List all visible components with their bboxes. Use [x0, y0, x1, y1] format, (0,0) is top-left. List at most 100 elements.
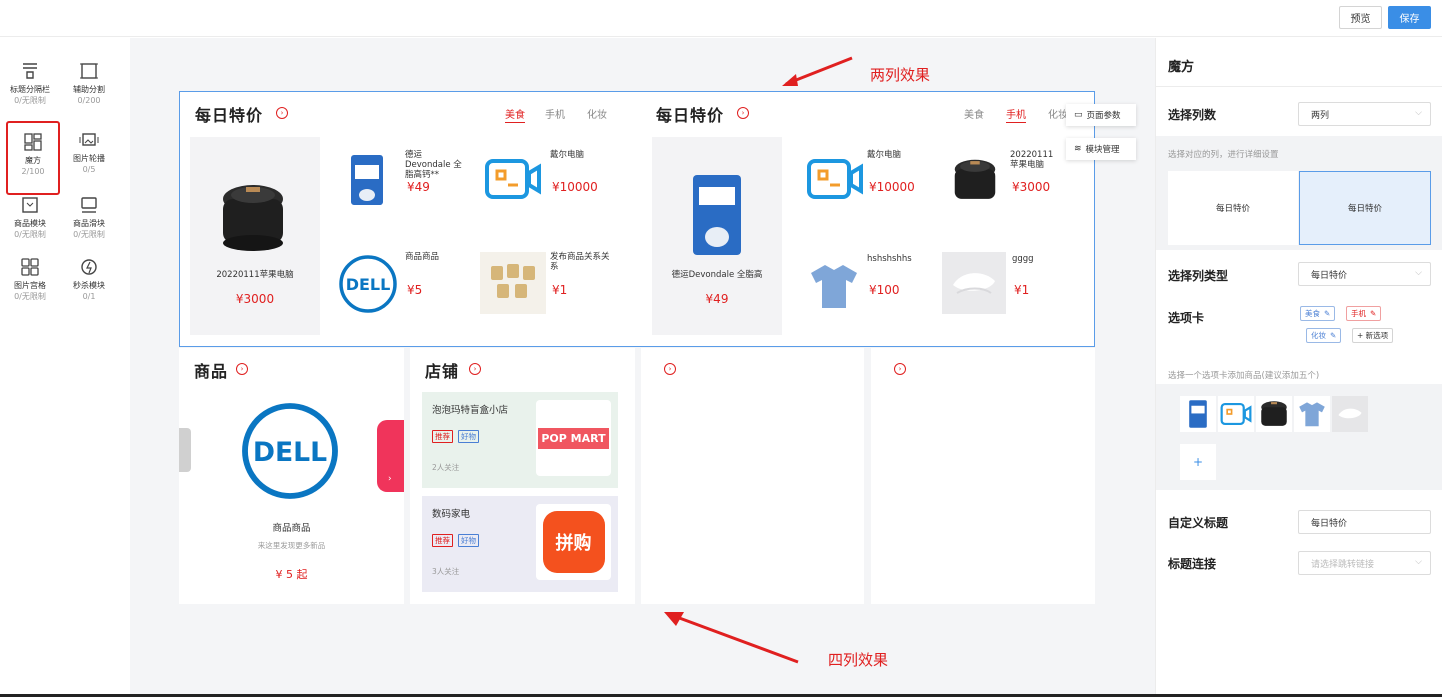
section-title: 店铺: [425, 362, 460, 381]
arrow-right-icon[interactable]: ›: [276, 107, 288, 119]
stores-block[interactable]: 店铺 › 泡泡玛特盲盒小店 推荐 好物 2人关注 POP MART 数码家电 推…: [410, 348, 635, 604]
store-logo-text: 拼购: [542, 511, 605, 573]
product-slider-icon: [81, 197, 97, 213]
store-card[interactable]: 泡泡玛特盲盒小店 推荐 好物 2人关注 POP MART: [422, 392, 618, 488]
empty-block-3[interactable]: ›: [641, 348, 864, 604]
annotation-two-col: 两列效果: [870, 66, 931, 84]
hero-product-name: 德运Devondale 全脂高: [671, 270, 763, 280]
arrow-right-icon[interactable]: ›: [894, 363, 906, 375]
hero-product[interactable]: 20220111苹果电脑 ¥3000: [190, 137, 320, 335]
save-button[interactable]: 保存: [1388, 6, 1431, 29]
title-link-placeholder: 请选择跳转链接: [1311, 559, 1375, 570]
annotation-arrow-two-col: [782, 56, 853, 86]
tab-cosmetics[interactable]: 化妆: [587, 106, 607, 121]
module-manage-button[interactable]: ≋ 模块管理: [1066, 138, 1136, 160]
flash-sale-icon: [81, 259, 97, 275]
carousel-prev-slide[interactable]: [179, 428, 191, 472]
tab-tag-label: 美食: [1305, 309, 1320, 318]
custom-title-label: 自定义标题: [1168, 516, 1229, 530]
component-title-divider[interactable]: 标题分隔栏 0/无限制: [3, 52, 57, 126]
product-desc: 来这里发现更多新品: [257, 541, 326, 550]
arrow-right-icon[interactable]: ›: [664, 363, 676, 375]
product-name: hshshshhs: [867, 254, 912, 264]
column-cell-2[interactable]: 每日特价: [1299, 171, 1431, 245]
tab-tag-label: 手机: [1351, 309, 1366, 318]
component-panel: 标题分隔栏 0/无限制 辅助分割 0/200 魔方 2/100 图片轮播 0/5…: [0, 38, 130, 694]
product-thumb[interactable]: [1294, 396, 1330, 432]
chevron-down-icon: ⌵: [1415, 108, 1422, 118]
custom-title-input[interactable]: 每日特价: [1298, 510, 1431, 534]
chevron-down-icon: ⌵: [1415, 268, 1422, 278]
svg-text:DELL: DELL: [346, 275, 391, 294]
product-thumb[interactable]: [1332, 396, 1368, 432]
tab-food[interactable]: 美食: [964, 106, 984, 121]
store-name: 泡泡玛特盲盒小店: [432, 405, 509, 416]
product-price: ¥1: [1014, 283, 1030, 297]
empty-block-4[interactable]: ›: [871, 348, 1095, 604]
tab-tag-cosmetics[interactable]: 化妆 ✎: [1306, 328, 1342, 343]
col-type-select[interactable]: 每日特价 ⌵: [1298, 262, 1431, 286]
products-block[interactable]: 商品 › DELL › 商品商品 来这里发现更多新品 ¥ 5 起: [179, 348, 404, 604]
component-count: 0/无限制: [14, 230, 46, 239]
product-price: ¥49: [407, 180, 430, 194]
component-image-carousel[interactable]: 图片轮播 0/5: [62, 121, 116, 195]
store-followers: 3人关注: [432, 567, 460, 576]
store-tag: 推荐: [432, 430, 453, 443]
edit-icon[interactable]: ✎: [1370, 309, 1376, 318]
component-count: 0/无限制: [14, 292, 46, 301]
store-followers: 2人关注: [432, 463, 460, 472]
arrow-right-icon[interactable]: ›: [469, 363, 481, 375]
hero-product-name: 20220111苹果电脑: [216, 270, 294, 280]
carousel-next-slide[interactable]: ›: [377, 420, 404, 492]
arrow-right-icon[interactable]: ›: [236, 363, 248, 375]
title-link-label: 标题连接: [1168, 557, 1217, 571]
title-link-select[interactable]: 请选择跳转链接 ⌵: [1298, 551, 1431, 575]
product-price: ¥10000: [869, 180, 915, 194]
store-tag: 好物: [458, 430, 479, 443]
column-cell-1[interactable]: 每日特价: [1168, 171, 1298, 245]
edit-icon[interactable]: ✎: [1324, 309, 1330, 318]
add-tab-button[interactable]: + 新选项: [1352, 328, 1394, 343]
tab-phone[interactable]: 手机: [545, 106, 565, 121]
top-bar: 预览 保存: [0, 0, 1442, 37]
edit-icon[interactable]: ✎: [1330, 331, 1336, 340]
camera-icon-image: [802, 154, 868, 204]
rice-cooker-image: [942, 150, 1008, 210]
dell-logo-image: DELL: [237, 398, 343, 504]
image-grid-icon: [21, 258, 39, 276]
tab-food[interactable]: 美食: [505, 106, 525, 123]
tab-hint: 选择一个选项卡添加商品(建议添加五个): [1168, 371, 1320, 381]
product-thumb[interactable]: [1180, 396, 1216, 432]
milk-powder-image: [342, 150, 392, 210]
component-count: 0/5: [82, 165, 96, 174]
arrow-right-icon[interactable]: ›: [737, 107, 749, 119]
tab-tag-food[interactable]: 美食 ✎: [1300, 306, 1336, 321]
component-flash-sale[interactable]: 秒杀模块 0/1: [62, 248, 116, 322]
pillow-image: [942, 252, 1006, 314]
tabs-label: 选项卡: [1168, 311, 1205, 325]
store-card[interactable]: 数码家电 推荐 好物 3人关注 拼购: [422, 496, 618, 592]
component-image-grid[interactable]: 图片宫格 0/无限制: [3, 248, 57, 322]
tab-tag-label: 化妆: [1311, 331, 1326, 340]
store-tag: 推荐: [432, 534, 453, 547]
product-thumb[interactable]: [1218, 396, 1254, 432]
daily-deal-column-1: 每日特价 › 美食 手机 化妆 20220111苹果电脑 ¥3000 德运Dev…: [180, 92, 632, 346]
page-params-icon: ▭: [1074, 110, 1083, 120]
tab-phone[interactable]: 手机: [1006, 106, 1026, 123]
component-aux-divider[interactable]: 辅助分割 0/200: [62, 52, 116, 126]
tab-cosmetics[interactable]: 化妆: [1048, 106, 1068, 121]
product-price: ¥3000: [1012, 180, 1051, 194]
canvas: 两列效果 每日特价 › 美食 手机 化妆 20220111苹果电脑 ¥3000 …: [130, 38, 1155, 694]
product-thumb[interactable]: [1256, 396, 1292, 432]
add-product-button[interactable]: +: [1180, 444, 1216, 480]
product-module-icon: [22, 197, 38, 213]
tab-tag-phone[interactable]: 手机 ✎: [1346, 306, 1382, 321]
component-magic-cube[interactable]: 魔方 2/100: [6, 121, 60, 195]
milk-powder-image: [672, 169, 762, 261]
hero-product[interactable]: 德运Devondale 全脂高 ¥49: [652, 137, 782, 335]
page-params-button[interactable]: ▭ 页面参数: [1066, 104, 1136, 126]
col-count-select[interactable]: 两列 ⌵: [1298, 102, 1431, 126]
store-logo-text: POP MART: [538, 427, 609, 449]
preview-button[interactable]: 预览: [1339, 6, 1382, 29]
shirt-image: [804, 258, 864, 314]
